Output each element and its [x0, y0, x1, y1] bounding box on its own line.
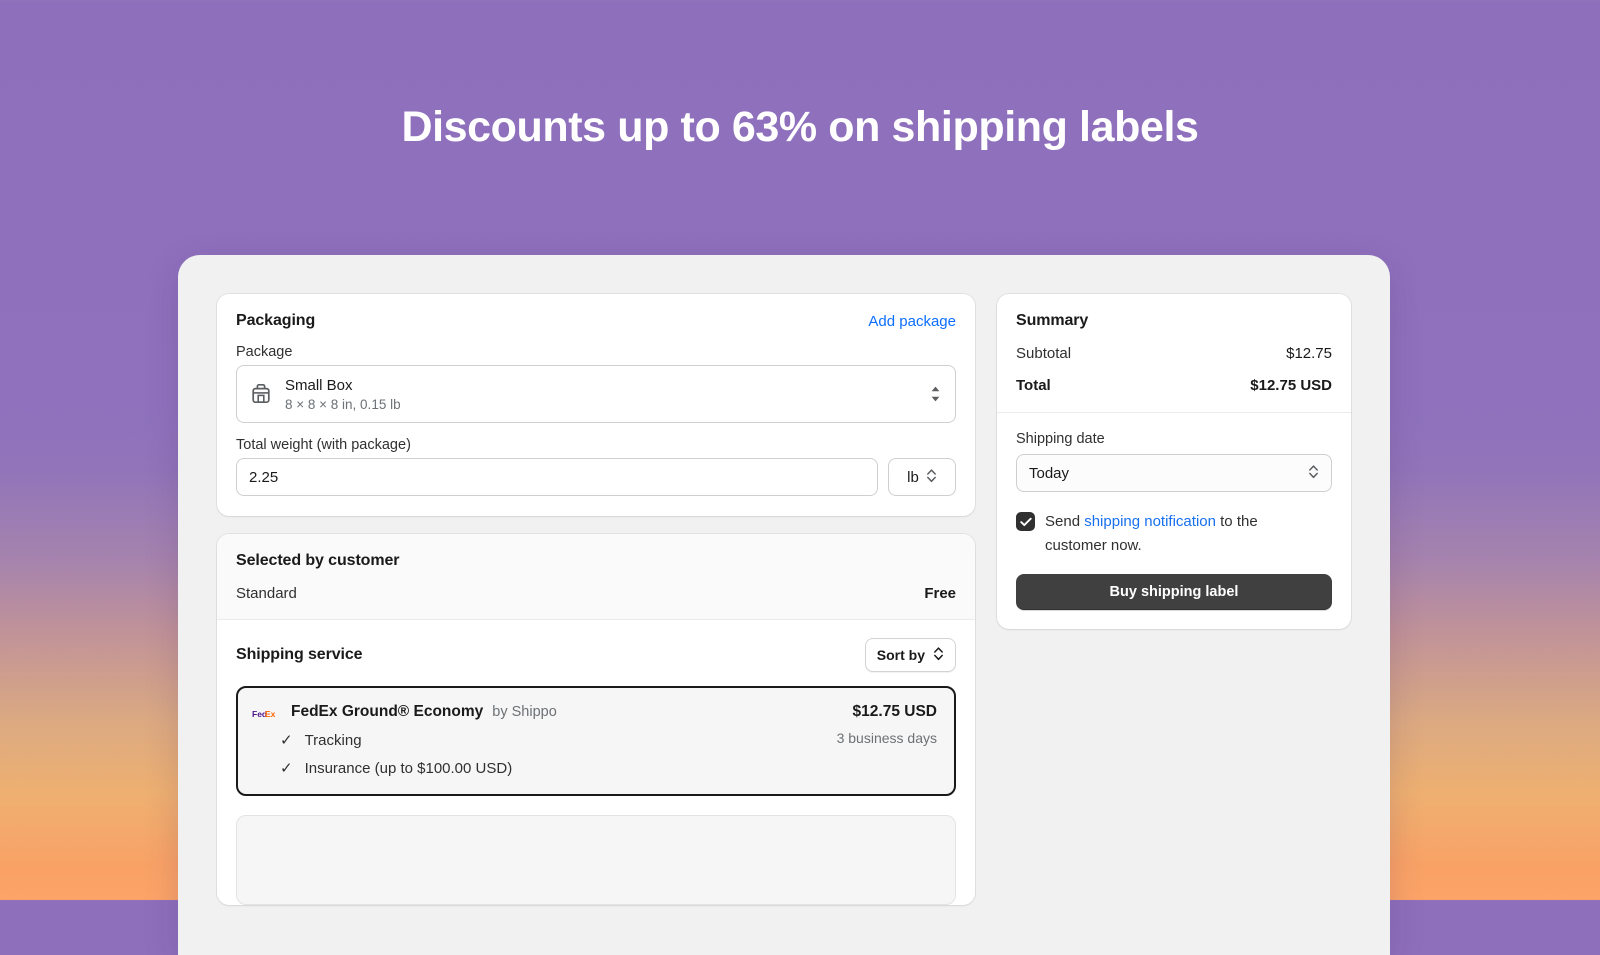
- sort-by-button[interactable]: Sort by: [864, 638, 956, 672]
- summary-title: Summary: [1016, 312, 1089, 329]
- shipping-date-select[interactable]: Today: [1016, 454, 1332, 492]
- weight-field-label: Total weight (with package): [236, 437, 411, 453]
- svg-text:Ex: Ex: [265, 709, 276, 719]
- packaging-card: Packaging Add package Package Small Box …: [217, 294, 975, 516]
- total-label: Total: [1016, 377, 1051, 394]
- rate-service-name: FedEx Ground® Economy: [291, 703, 484, 720]
- sort-by-label: Sort by: [876, 647, 925, 663]
- shipping-service-card: Selected by customer Standard Free Shipp…: [217, 534, 975, 905]
- right-column: Summary Subtotal $12.75 Total $12.75 USD…: [997, 294, 1351, 629]
- shipping-date-value: Today: [1029, 464, 1070, 482]
- add-package-link[interactable]: Add package: [868, 313, 956, 330]
- packaging-title: Packaging: [236, 312, 316, 329]
- check-icon: ✓: [280, 760, 293, 777]
- rate-feature-tracking: ✓ Tracking: [252, 732, 823, 749]
- chevron-updown-icon: [926, 468, 937, 487]
- page-headline: Discounts up to 63% on shipping labels: [401, 103, 1199, 151]
- package-field-label: Package: [236, 344, 293, 360]
- subtotal-label: Subtotal: [1016, 345, 1072, 362]
- selected-by-customer-title: Selected by customer: [236, 552, 400, 569]
- fedex-logo: Fed Ex: [252, 707, 282, 719]
- rate-feature-insurance: ✓ Insurance (up to $100.00 USD): [252, 760, 823, 777]
- packaging-header: Packaging Add package: [217, 294, 975, 330]
- chevron-updown-icon: [1308, 464, 1319, 483]
- rate-option-next-partial[interactable]: [236, 815, 956, 905]
- shipping-date-label: Shipping date: [1016, 431, 1105, 447]
- subtotal-value: $12.75: [1286, 345, 1332, 362]
- package-select-texts: Small Box 8 × 8 × 8 in, 0.15 lb: [285, 377, 401, 412]
- rate-eta: 3 business days: [836, 730, 937, 746]
- summary-total-row: Total $12.75 USD: [1016, 377, 1332, 394]
- customer-service-name: Standard: [236, 585, 297, 602]
- summary-shipping-section: Shipping date Today Send shipping notifi…: [997, 413, 1351, 629]
- selected-by-customer-section: Selected by customer Standard Free: [217, 534, 975, 620]
- weight-row: lb: [217, 458, 975, 516]
- buy-shipping-label-button[interactable]: Buy shipping label: [1016, 574, 1332, 610]
- shipping-notification-checkbox[interactable]: [1016, 512, 1035, 531]
- package-box-icon: [251, 383, 271, 405]
- customer-service-price: Free: [924, 585, 956, 602]
- rate-option-pricing: $12.75 USD 3 business days: [823, 703, 937, 777]
- rate-feature-label: Tracking: [304, 732, 362, 749]
- total-value: $12.75 USD: [1250, 377, 1332, 394]
- summary-card: Summary Subtotal $12.75 Total $12.75 USD…: [997, 294, 1351, 629]
- package-dimensions: 8 × 8 × 8 in, 0.15 lb: [285, 396, 401, 412]
- shipping-service-header: Shipping service Sort by: [217, 620, 975, 686]
- rate-option-details: Fed Ex FedEx Ground® Economy by Shippo ✓…: [252, 703, 823, 777]
- rate-provider: by Shippo: [492, 704, 557, 720]
- shipping-notification-link[interactable]: shipping notification: [1084, 513, 1216, 530]
- package-name: Small Box: [285, 376, 353, 394]
- selected-by-customer-row: Standard Free: [236, 585, 956, 602]
- left-column: Packaging Add package Package Small Box …: [217, 294, 975, 905]
- rate-title-row: Fed Ex FedEx Ground® Economy by Shippo: [252, 703, 823, 721]
- package-select[interactable]: Small Box 8 × 8 × 8 in, 0.15 lb: [236, 365, 956, 423]
- chevron-updown-icon: [933, 646, 944, 664]
- rate-option-fedex-ground-economy[interactable]: Fed Ex FedEx Ground® Economy by Shippo ✓…: [236, 686, 956, 796]
- summary-subtotal-row: Subtotal $12.75: [1016, 345, 1332, 362]
- shipping-notification-row: Send shipping notification to the custom…: [1016, 510, 1332, 558]
- shipping-service-title: Shipping service: [236, 646, 363, 663]
- weight-unit-select[interactable]: lb: [888, 458, 956, 496]
- weight-unit-label: lb: [907, 468, 919, 486]
- weight-input[interactable]: [236, 458, 878, 496]
- summary-totals-section: Summary Subtotal $12.75 Total $12.75 USD: [997, 294, 1351, 413]
- package-select-chevron-icon[interactable]: [930, 386, 941, 402]
- rate-feature-label: Insurance (up to $100.00 USD): [304, 760, 513, 777]
- check-icon: ✓: [280, 732, 293, 749]
- notification-prefix: Send: [1045, 513, 1085, 530]
- rate-price: $12.75 USD: [852, 703, 937, 720]
- shipping-notification-text: Send shipping notification to the custom…: [1045, 510, 1313, 558]
- shipping-label-panel: Packaging Add package Package Small Box …: [178, 255, 1390, 955]
